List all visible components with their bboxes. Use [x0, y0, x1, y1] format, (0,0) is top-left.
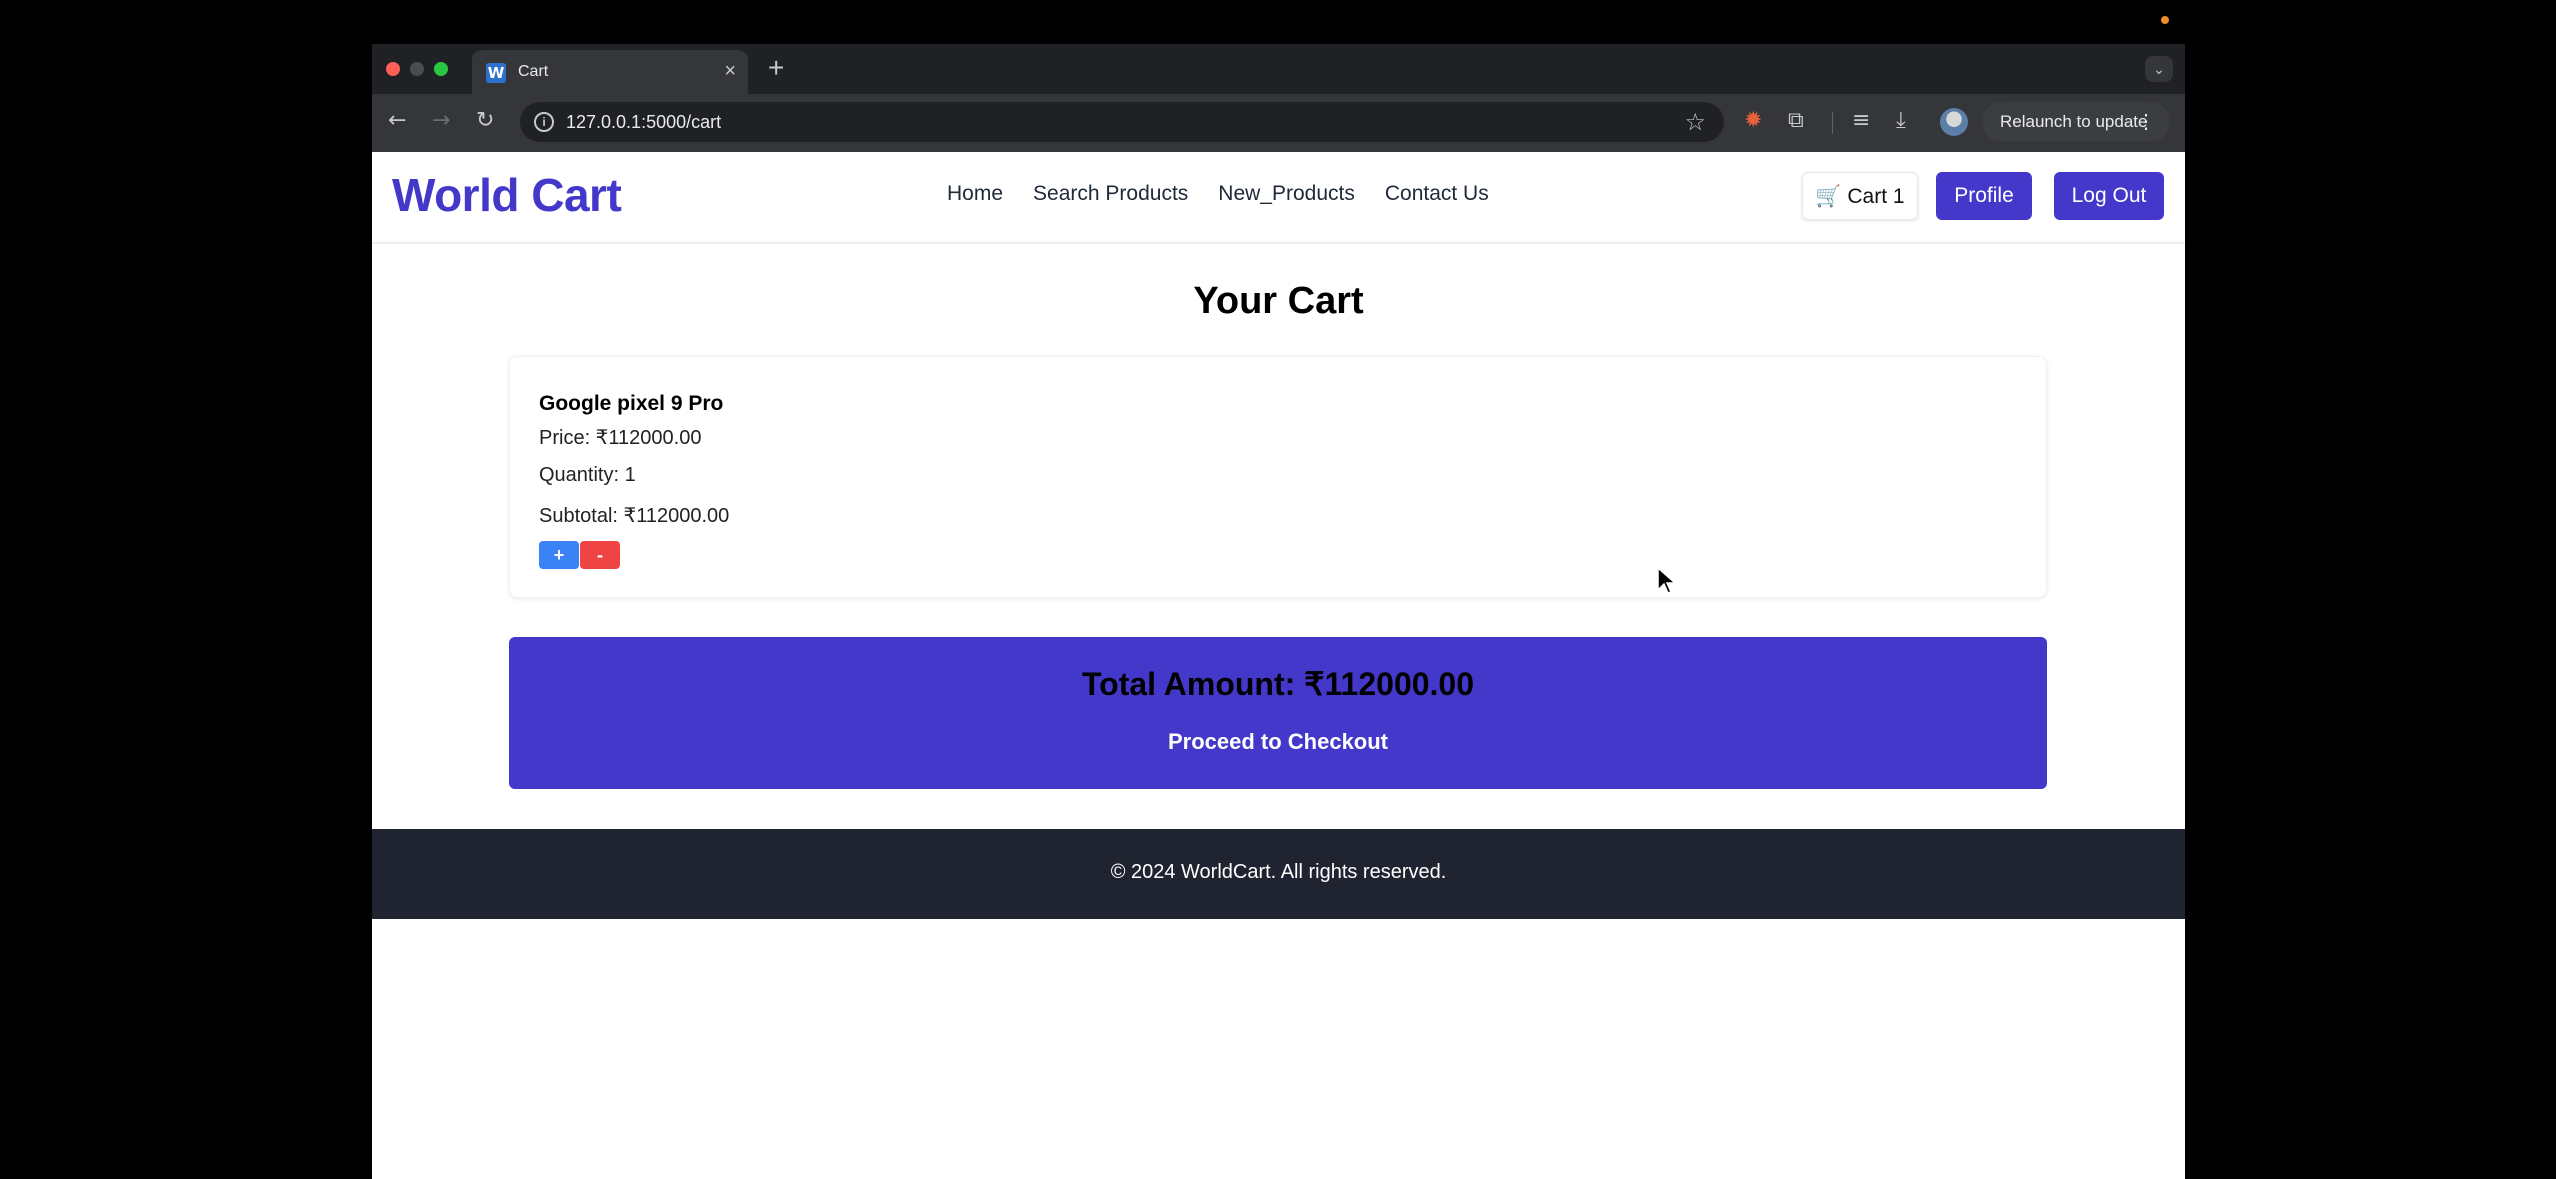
cart-item-card: Google pixel 9 Pro Price: ₹112000.00 Qua…	[509, 356, 2047, 598]
download-icon[interactable]: ⤓	[1896, 108, 1906, 133]
nav-link-home[interactable]: Home	[947, 182, 1003, 206]
product-quantity: Quantity: 1	[539, 464, 636, 486]
nav-link-search-products[interactable]: Search Products	[1033, 182, 1188, 206]
nav-link-contact-us[interactable]: Contact Us	[1385, 182, 1489, 206]
reload-icon[interactable]: ↻	[476, 108, 494, 133]
close-window-button[interactable]	[386, 62, 400, 76]
back-arrow-icon[interactable]: ←	[388, 108, 406, 133]
cart-total-panel: Total Amount: ₹112000.00 Proceed to Chec…	[509, 637, 2047, 789]
decrease-quantity-button[interactable]: -	[580, 541, 620, 569]
footer-copyright: © 2024 WorldCart. All rights reserved.	[1110, 861, 1447, 883]
recording-indicator-dot	[2161, 16, 2169, 24]
profile-button[interactable]: Profile	[1936, 172, 2032, 220]
web-page: World Cart Home Search Products New_Prod…	[372, 152, 2185, 1179]
relaunch-label: Relaunch to update	[2000, 112, 2148, 131]
page-title: Your Cart	[1193, 280, 1364, 322]
mouse-pointer-icon	[1657, 566, 1677, 594]
product-subtotal: Subtotal: ₹112000.00	[539, 505, 730, 527]
media-queue-icon[interactable]: ≡	[1852, 108, 1870, 133]
browser-window: W Cart × + ⌄ ← → ↻ i 127.0.0.1:5000/cart…	[372, 44, 2185, 1179]
forward-arrow-icon[interactable]: →	[432, 108, 450, 133]
product-name: Google pixel 9 Pro	[539, 392, 724, 415]
site-footer: © 2024 WorldCart. All rights reserved.	[372, 829, 2185, 919]
increase-quantity-button[interactable]: +	[539, 541, 579, 569]
more-menu-icon[interactable]: ⋮	[2136, 102, 2156, 142]
proceed-to-checkout-button[interactable]: Proceed to Checkout	[509, 729, 2047, 755]
main-nav: Home Search Products New_Products Contac…	[947, 182, 1489, 206]
tab-strip: W Cart × + ⌄	[372, 44, 2185, 94]
nav-link-new-products[interactable]: New_Products	[1218, 182, 1355, 206]
product-price: Price: ₹112000.00	[539, 427, 702, 449]
minimize-window-button[interactable]	[410, 62, 424, 76]
site-header: World Cart Home Search Products New_Prod…	[372, 152, 2185, 244]
relaunch-to-update-button[interactable]: Relaunch to update ⋮	[1982, 102, 2170, 142]
new-tab-icon[interactable]: +	[768, 52, 784, 84]
tab-search-icon[interactable]: ⌄	[2145, 56, 2173, 82]
tab-cart[interactable]: W Cart ×	[472, 50, 748, 94]
profile-avatar[interactable]	[1940, 108, 1968, 136]
browser-toolbar: ← → ↻ i 127.0.0.1:5000/cart ☆ ✹ ⧉ ≡ ⤓ Re…	[372, 94, 2185, 152]
url-text[interactable]: 127.0.0.1:5000/cart	[566, 112, 721, 133]
bookmark-star-icon[interactable]: ☆	[1684, 108, 1706, 136]
extensions-puzzle-icon[interactable]: ⧉	[1788, 108, 1804, 133]
extension-bug-icon[interactable]: ✹	[1744, 108, 1762, 133]
log-out-button[interactable]: Log Out	[2054, 172, 2164, 220]
site-info-icon[interactable]: i	[534, 112, 554, 132]
address-bar[interactable]: i 127.0.0.1:5000/cart ☆	[520, 102, 1724, 142]
site-logo[interactable]: World Cart	[392, 168, 622, 222]
close-tab-icon[interactable]: ×	[724, 60, 736, 83]
cart-button[interactable]: 🛒 Cart 1	[1802, 172, 1918, 220]
total-amount: Total Amount: ₹112000.00	[1081, 666, 1475, 702]
favicon-icon: W	[486, 63, 506, 83]
maximize-window-button[interactable]	[434, 62, 448, 76]
tab-title: Cart	[518, 63, 549, 80]
toolbar-divider	[1832, 112, 1833, 134]
